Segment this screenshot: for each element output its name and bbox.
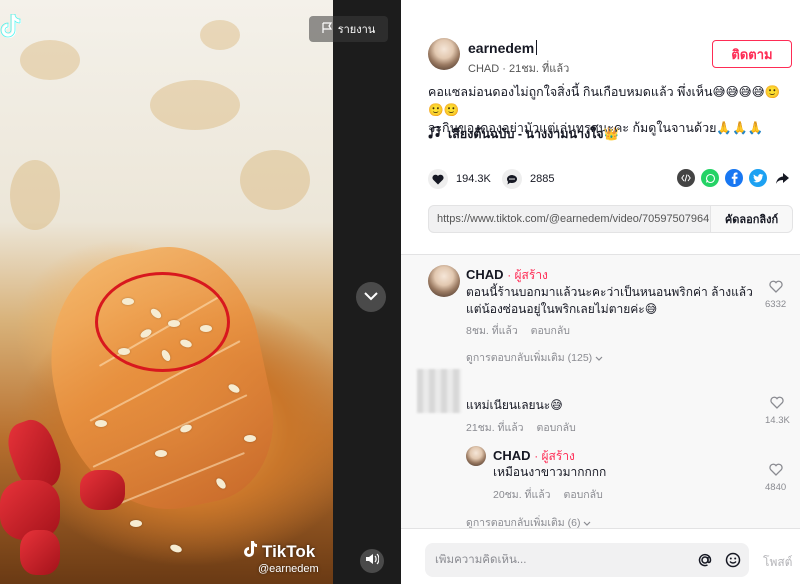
chevron-down-icon bbox=[364, 288, 378, 306]
commenter-avatar[interactable] bbox=[466, 446, 486, 466]
tiktok-note-icon bbox=[244, 541, 258, 562]
creator-badge: · ผู้สร้าง bbox=[507, 268, 548, 282]
whatsapp-icon[interactable] bbox=[701, 169, 719, 187]
comment-like-count: 6332 bbox=[765, 299, 787, 310]
comment-time: 20ชม. ที่แล้ว bbox=[493, 489, 551, 501]
facebook-icon[interactable] bbox=[725, 169, 743, 187]
tiktok-logo-icon[interactable] bbox=[0, 13, 24, 42]
heart-outline-icon bbox=[768, 463, 783, 479]
heart-icon[interactable] bbox=[428, 169, 448, 189]
view-more-replies[interactable]: ดูการตอบกลับเพิ่มเติม (125) bbox=[466, 349, 603, 366]
creator-badge: · ผู้สร้าง bbox=[534, 449, 575, 463]
speaker-icon bbox=[365, 552, 380, 570]
comment-text: เหมือนงาขาวมากกกก bbox=[493, 465, 607, 479]
view-more-replies[interactable]: ดูการตอบกลับเพิ่มเติม (6) bbox=[466, 514, 591, 528]
comment-input-wrapper bbox=[425, 543, 749, 577]
comment-meta: 8ชม. ที่แล้ว ตอบกลับ bbox=[466, 322, 570, 339]
comment-meta: 20ชม. ที่แล้ว ตอบกลับ bbox=[493, 486, 603, 503]
watermark-handle: @earnedem bbox=[258, 563, 319, 575]
comment-like-button[interactable]: 14.3K bbox=[765, 396, 790, 426]
author-display-name: CHAD bbox=[468, 63, 500, 75]
comments-list[interactable]: CHAD · ผู้สร้าง ตอนนี้ร้านบอกมาแล้วนะคะว… bbox=[401, 254, 800, 528]
author-avatar[interactable] bbox=[428, 38, 460, 70]
video-link-url[interactable]: https://www.tiktok.com/@earnedem/video/7… bbox=[429, 213, 710, 225]
comment-text: ตอนนี้ร้านบอกมาแล้วนะคะว่าเป็นหนอนพริกค่… bbox=[466, 285, 753, 316]
emoji-icon[interactable] bbox=[721, 548, 745, 572]
post-time: 21ชม. ที่แล้ว bbox=[508, 63, 570, 75]
comment-meta: 21ชม. ที่แล้ว ตอบกลับ bbox=[466, 419, 576, 436]
volume-button[interactable] bbox=[360, 549, 384, 573]
reply-button[interactable]: ตอบกลับ bbox=[564, 489, 603, 501]
comment-action[interactable]: 2885 bbox=[502, 169, 554, 189]
tiktok-watermark: TikTok @earnedem bbox=[244, 541, 319, 575]
comment-like-button[interactable]: 6332 bbox=[765, 280, 786, 310]
follow-button[interactable]: ติดตาม bbox=[712, 40, 792, 68]
comment-like-count: 14.3K bbox=[765, 415, 790, 426]
red-highlight-circle bbox=[95, 272, 230, 372]
blurred-avatar bbox=[417, 369, 461, 413]
twitter-icon[interactable] bbox=[749, 169, 767, 187]
watermark-brand: TikTok bbox=[262, 541, 316, 561]
comment-text: แหม่เนียนเลยนะ😅 bbox=[466, 398, 563, 412]
flag-icon bbox=[322, 21, 333, 37]
embed-code-icon[interactable] bbox=[677, 169, 695, 187]
comment-time: 8ชม. ที่แล้ว bbox=[466, 325, 518, 337]
music-link[interactable]: เสียงต้นฉบับ - นางงามนางใจ👑 bbox=[428, 124, 619, 144]
heart-outline-icon bbox=[768, 280, 783, 296]
comment-time: 21ชม. ที่แล้ว bbox=[466, 422, 524, 434]
comment-composer: โพสต์ bbox=[401, 528, 800, 584]
music-label: เสียงต้นฉบับ - นางงามนางใจ👑 bbox=[448, 127, 620, 141]
video-info-panel: earnedem CHAD · 21ชม. ที่แล้ว ติดตาม คอแ… bbox=[401, 0, 800, 254]
author-meta: CHAD · 21ชม. ที่แล้ว bbox=[468, 63, 570, 75]
commenter-name[interactable]: CHAD · ผู้สร้าง bbox=[466, 266, 548, 285]
comment-input[interactable] bbox=[425, 554, 693, 566]
next-video-button[interactable] bbox=[356, 282, 386, 312]
chevron-down-icon bbox=[595, 352, 603, 364]
comment-like-count: 4840 bbox=[765, 482, 787, 493]
reply-button[interactable]: ตอบกลับ bbox=[537, 422, 576, 434]
comment-like-button[interactable]: 4840 bbox=[765, 463, 786, 493]
share-arrow-icon[interactable] bbox=[773, 169, 791, 187]
reply-button[interactable]: ตอบกลับ bbox=[531, 325, 570, 337]
caption-line-1: คอแซลม่อนดองไม่ถูกใจสิ่งนี้ กินเกือบหมดแ… bbox=[428, 85, 781, 117]
author-username[interactable]: earnedem bbox=[468, 40, 538, 56]
chevron-down-icon bbox=[583, 517, 591, 528]
reply-item: CHAD · ผู้สร้าง เหมือนงาขาวมากกกก 20ชม. … bbox=[401, 443, 800, 528]
share-buttons bbox=[677, 169, 791, 187]
mention-icon[interactable] bbox=[693, 548, 717, 572]
commenter-avatar[interactable] bbox=[428, 265, 460, 297]
report-label: รายงาน bbox=[337, 24, 376, 36]
copy-link-button[interactable]: คัดลอกลิงก์ bbox=[710, 206, 792, 232]
heart-outline-icon bbox=[770, 396, 785, 412]
video-link-box: https://www.tiktok.com/@earnedem/video/7… bbox=[428, 205, 793, 233]
comment-item: แหม่เนียนเลยนะ😅 21ชม. ที่แล้ว ตอบกลับ 14… bbox=[401, 367, 800, 437]
report-button[interactable]: รายงาน bbox=[309, 16, 388, 42]
video-player[interactable]: รายงาน TikTok @earnedem bbox=[0, 0, 401, 584]
like-action[interactable]: 194.3K bbox=[428, 169, 491, 189]
comment-item: CHAD · ผู้สร้าง ตอนนี้ร้านบอกมาแล้วนะคะว… bbox=[401, 255, 800, 375]
comment-bubble-icon[interactable] bbox=[502, 169, 522, 189]
like-count: 194.3K bbox=[456, 173, 491, 185]
comment-count: 2885 bbox=[530, 173, 555, 185]
music-note-icon bbox=[428, 125, 440, 142]
video-frame[interactable] bbox=[0, 0, 333, 584]
post-comment-button[interactable]: โพสต์ bbox=[763, 553, 792, 572]
